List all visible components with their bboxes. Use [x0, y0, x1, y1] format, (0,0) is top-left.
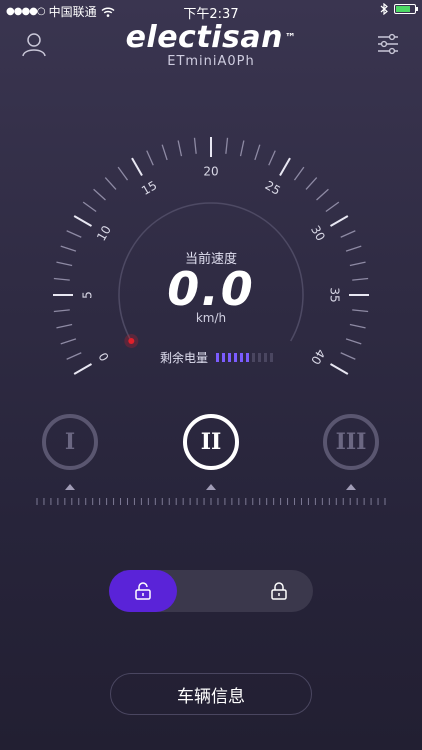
battery-label: 剩余电量	[160, 351, 209, 365]
battery-level: 剩余电量	[160, 349, 276, 366]
battery-segment	[222, 352, 226, 362]
gauge-major-tick	[73, 215, 92, 227]
gauge-major-tick	[73, 363, 92, 375]
battery-segment	[270, 352, 274, 362]
battery-segment	[216, 352, 220, 362]
gauge-minor-tick	[340, 352, 356, 360]
gauge-tick-label: 15	[139, 178, 159, 198]
gauge-major-tick	[279, 157, 291, 176]
battery-segment	[228, 352, 232, 362]
gauge-minor-tick	[56, 323, 73, 329]
gauge-minor-tick	[161, 144, 168, 161]
trademark: ™	[284, 31, 297, 44]
lock-icon	[271, 582, 287, 600]
app-logo: electisan ™	[0, 20, 422, 56]
gauge-tick-label: 0	[96, 350, 112, 364]
gauge-minor-tick	[325, 201, 340, 213]
gauge-tick-label: 20	[203, 165, 218, 179]
gauge-major-tick	[131, 157, 143, 176]
ride-modes: I II III	[0, 414, 422, 494]
mode-1-marker	[65, 484, 75, 490]
current-speed-value: 0.0	[167, 262, 255, 316]
gauge-minor-tick	[146, 150, 154, 166]
gauge-minor-tick	[254, 144, 261, 161]
battery-segment	[264, 352, 268, 362]
gauge-major-tick	[330, 215, 349, 227]
settings-icon	[378, 33, 398, 55]
bluetooth-icon	[380, 3, 388, 15]
settings-button[interactable]	[374, 30, 402, 58]
gauge-minor-tick	[177, 140, 183, 157]
gauge-tick-label: 10	[94, 223, 114, 243]
mode-1-button[interactable]: I	[42, 414, 98, 470]
gauge-tick-label: 25	[263, 178, 283, 198]
gauge-minor-tick	[117, 166, 129, 181]
mode-2-marker	[206, 484, 216, 490]
battery-segment	[258, 352, 262, 362]
mode-2-button[interactable]: II	[183, 414, 239, 470]
gauge-minor-tick	[66, 352, 82, 360]
status-bar: ●●●●○ 中国联通 下午2:37	[0, 0, 422, 22]
lock-toggle[interactable]	[109, 570, 313, 612]
gauge-tick-label: 40	[308, 347, 328, 367]
gauge-major-tick	[330, 363, 349, 375]
gauge-tick-label: 30	[308, 223, 328, 243]
device-name: ETminiA0Ph	[167, 54, 255, 69]
header: electisan ™ ETminiA0Ph	[0, 20, 422, 76]
battery-segment	[234, 352, 238, 362]
gauge-minor-tick	[225, 137, 229, 154]
gauge-minor-tick	[340, 230, 356, 238]
lock-knob[interactable]	[109, 570, 177, 612]
brand: electisan ™ ETminiA0Ph	[0, 20, 422, 69]
gauge-minor-tick	[60, 338, 77, 345]
gauge-minor-tick	[104, 177, 117, 190]
battery-icon	[394, 4, 418, 14]
speed-indicator-dot	[128, 338, 135, 344]
mode-3-button[interactable]: III	[323, 414, 379, 470]
gauge-minor-tick	[345, 338, 362, 345]
gauge-minor-tick	[305, 177, 318, 190]
gauge-minor-tick	[239, 140, 245, 157]
gauge-minor-tick	[193, 137, 197, 154]
gauge-minor-tick	[349, 323, 366, 329]
battery-segment	[252, 352, 256, 362]
battery-segment	[246, 352, 250, 362]
battery-segment	[240, 352, 244, 362]
status-right	[380, 3, 418, 15]
gauge-minor-tick	[293, 166, 305, 181]
gauge-minor-tick	[268, 150, 276, 166]
logo-text: electisan	[125, 20, 283, 55]
mode-3-marker	[346, 484, 356, 490]
vehicle-info-button[interactable]: 车辆信息	[110, 673, 312, 715]
mode-ruler	[36, 498, 386, 505]
gauge-minor-tick	[93, 188, 106, 201]
battery-bar	[216, 351, 276, 365]
unlock-icon	[135, 582, 151, 600]
gauge-minor-tick	[316, 188, 329, 201]
gauge-minor-tick	[66, 230, 82, 238]
gauge-minor-tick	[82, 201, 97, 213]
speed-unit: km/h	[195, 311, 227, 325]
